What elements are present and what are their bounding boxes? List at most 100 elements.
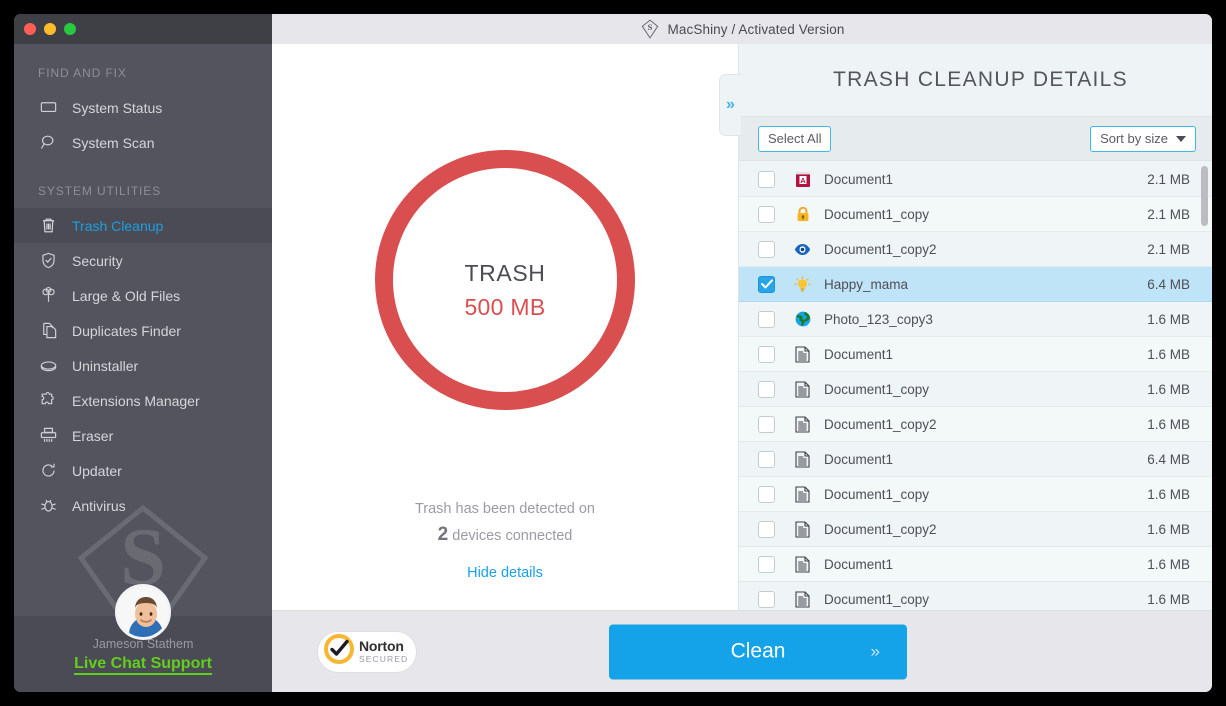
file-name: Document1 xyxy=(824,556,894,572)
close-button[interactable] xyxy=(24,23,36,35)
table-row[interactable]: Document1_copy 1.6 MB xyxy=(739,372,1212,407)
sidebar-item-large-and-old-files[interactable]: Large & Old Files xyxy=(14,278,272,313)
file-size: 2.1 MB xyxy=(1147,241,1190,257)
document-icon xyxy=(794,380,811,398)
sidebar-item-label: Large & Old Files xyxy=(72,287,181,304)
copy-pages-icon xyxy=(38,321,58,341)
row-checkbox[interactable] xyxy=(758,555,775,573)
zoom-button[interactable] xyxy=(64,23,76,35)
table-row[interactable]: Document1 6.4 MB xyxy=(739,442,1212,477)
row-checkbox[interactable] xyxy=(758,380,775,398)
row-checkbox[interactable] xyxy=(758,205,775,223)
live-chat-support-block[interactable]: Jameson Stathem Live Chat Support xyxy=(14,584,272,692)
trash-donut-title: TRASH xyxy=(464,260,546,286)
sidebar-item-label: Trash Cleanup xyxy=(72,217,164,234)
sidebar-item-trash-cleanup[interactable]: Trash Cleanup xyxy=(14,208,272,243)
minimize-button[interactable] xyxy=(44,23,56,35)
globe-icon xyxy=(794,311,811,327)
window-controls xyxy=(14,14,272,44)
sidebar-section-find-and-fix: FIND AND FIX xyxy=(38,66,127,80)
sidebar-item-antivirus[interactable]: Antivirus xyxy=(14,488,272,523)
row-checkbox[interactable] xyxy=(758,590,775,608)
table-row[interactable]: Photo_123_copy3 1.6 MB xyxy=(739,302,1212,337)
document-icon xyxy=(794,520,811,538)
table-row[interactable]: A Document1 2.1 MB xyxy=(739,162,1212,197)
sidebar-item-uninstaller[interactable]: Uninstaller xyxy=(14,348,272,383)
document-icon xyxy=(794,485,811,503)
sidebar-item-security[interactable]: Security xyxy=(14,243,272,278)
trash-icon xyxy=(38,216,58,236)
file-list[interactable]: A Document1 2.1 MB Document1_copy 2.1 MB Docu… xyxy=(739,162,1212,610)
row-checkbox[interactable] xyxy=(758,275,775,293)
file-size: 1.6 MB xyxy=(1147,311,1190,327)
row-checkbox[interactable] xyxy=(758,240,775,258)
devices-suffix: devices connected xyxy=(452,528,573,544)
sidebar-item-extensions-manager[interactable]: Extensions Manager xyxy=(14,383,272,418)
file-size: 6.4 MB xyxy=(1147,451,1190,467)
table-row[interactable]: Document1_copy2 2.1 MB xyxy=(739,232,1212,267)
brush-icon xyxy=(38,356,58,376)
shredder-icon xyxy=(38,426,58,446)
clean-button[interactable]: Clean » xyxy=(609,624,907,679)
row-checkbox[interactable] xyxy=(758,345,775,363)
refresh-circle-icon xyxy=(38,461,58,481)
row-checkbox[interactable] xyxy=(758,520,775,538)
file-name: Document1_copy2 xyxy=(824,416,937,432)
file-name: Document1_copy2 xyxy=(824,241,937,257)
row-checkbox[interactable] xyxy=(758,310,775,328)
magnifier-icon xyxy=(38,133,58,153)
sidebar-item-system-status[interactable]: System Status xyxy=(14,90,272,125)
table-row[interactable]: Document1 1.6 MB xyxy=(739,547,1212,582)
sidebar-item-updater[interactable]: Updater xyxy=(14,453,272,488)
sort-dropdown[interactable]: Sort by size xyxy=(1090,125,1196,152)
row-checkbox[interactable] xyxy=(758,415,775,433)
file-name: Document1_copy xyxy=(824,486,930,502)
file-size: 6.4 MB xyxy=(1147,276,1190,292)
devices-detected-text: Trash has been detected on 2 devices con… xyxy=(272,496,738,549)
sidebar-item-system-scan[interactable]: System Scan xyxy=(14,125,272,160)
file-list-scrollbar[interactable] xyxy=(1201,166,1208,656)
file-size: 1.6 MB xyxy=(1147,556,1190,572)
table-row[interactable]: Document1_copy2 1.6 MB xyxy=(739,407,1212,442)
table-row[interactable]: Document1_copy 2.1 MB xyxy=(739,197,1212,232)
row-checkbox[interactable] xyxy=(758,485,775,503)
monitor-icon xyxy=(38,98,58,118)
table-row[interactable]: Document1_copy 1.6 MB xyxy=(739,477,1212,512)
table-row[interactable]: Document1 1.6 MB xyxy=(739,337,1212,372)
row-checkbox[interactable] xyxy=(758,450,775,468)
double-chevron-right-icon[interactable]: » xyxy=(719,74,741,136)
file-size: 1.6 MB xyxy=(1147,346,1190,362)
table-row[interactable]: Document1_copy2 1.6 MB xyxy=(739,512,1212,547)
sidebar-item-label: Extensions Manager xyxy=(72,392,200,409)
avatar xyxy=(115,584,171,640)
file-name: Document1_copy xyxy=(824,591,930,607)
select-all-button[interactable]: Select All xyxy=(758,125,832,152)
row-checkbox[interactable] xyxy=(758,170,775,188)
file-name: Document1 xyxy=(824,171,894,187)
sidebar-item-label: Antivirus xyxy=(72,497,126,514)
details-panel: » TRASH CLEANUP DETAILS Select All Sort … xyxy=(719,44,1212,610)
svg-text:A: A xyxy=(800,175,806,184)
scrollbar-thumb[interactable] xyxy=(1201,166,1208,226)
file-size: 1.6 MB xyxy=(1147,416,1190,432)
caret-down-icon xyxy=(1176,135,1186,142)
file-size: 1.6 MB xyxy=(1147,591,1190,607)
sidebar-item-eraser[interactable]: Eraser xyxy=(14,418,272,453)
norton-check-icon xyxy=(324,634,354,669)
table-row[interactable]: Happy_mama 6.4 MB xyxy=(739,267,1212,302)
file-name: Document1 xyxy=(824,346,894,362)
live-chat-support-link[interactable]: Live Chat Support xyxy=(74,654,212,675)
file-size: 1.6 MB xyxy=(1147,521,1190,537)
sort-dropdown-label: Sort by size xyxy=(1100,130,1168,146)
devices-count: 2 xyxy=(437,524,449,545)
file-size: 1.6 MB xyxy=(1147,486,1190,502)
file-name: Happy_mama xyxy=(824,276,909,292)
table-row[interactable]: Document1_copy 1.6 MB xyxy=(739,582,1212,610)
sidebar-item-duplicates-finder[interactable]: Duplicates Finder xyxy=(14,313,272,348)
hide-details-link[interactable]: Hide details xyxy=(272,565,738,581)
lightbulb-icon xyxy=(794,275,811,293)
details-panel-title: TRASH CLEANUP DETAILS xyxy=(833,68,1128,91)
sidebar-item-label: Updater xyxy=(72,462,122,479)
file-size: 1.6 MB xyxy=(1147,381,1190,397)
file-name: Photo_123_copy3 xyxy=(824,311,933,327)
